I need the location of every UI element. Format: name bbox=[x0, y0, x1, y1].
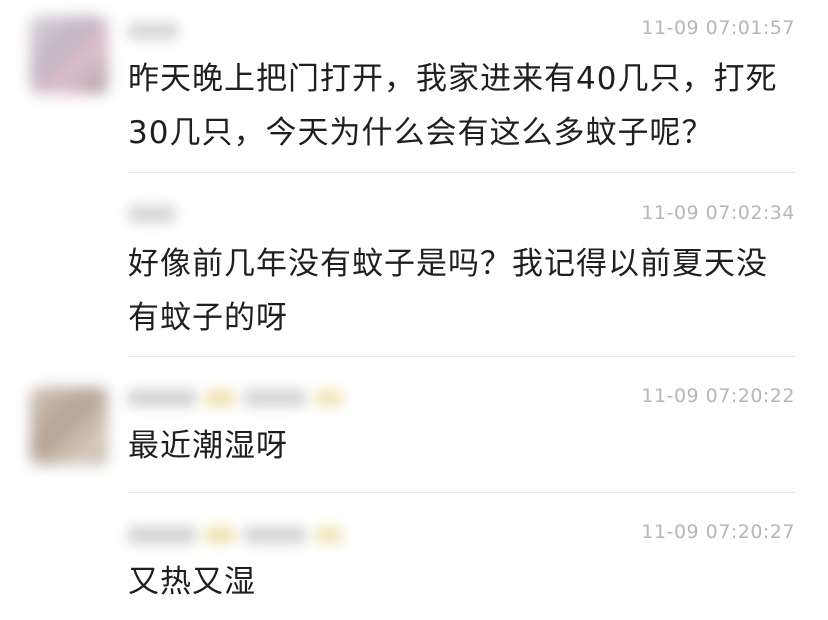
comment-text: 又热又湿 bbox=[128, 555, 808, 609]
comment-text-line: 最近潮湿呀 bbox=[128, 428, 288, 464]
username-blurred[interactable] bbox=[128, 205, 180, 227]
comment-text-line: 30几只，今天为什么会有这么多蚊子呢？ bbox=[128, 115, 714, 151]
comment-timestamp: 11-09 07:20:27 bbox=[641, 521, 795, 543]
comment-text-line: 有蚊子的呀 bbox=[128, 300, 288, 336]
comment-text-line: 好像前几年没有蚊子是吗？我记得以前夏天没 bbox=[128, 246, 768, 282]
comment-text: 昨天晚上把门打开，我家进来有40几只，打死 30几只，今天为什么会有这么多蚊子呢… bbox=[128, 52, 808, 160]
username-blurred[interactable] bbox=[128, 22, 182, 44]
comment-text: 最近潮湿呀 bbox=[128, 419, 808, 473]
comment-timestamp: 11-09 07:20:22 bbox=[641, 385, 795, 407]
comment-text-line: 又热又湿 bbox=[128, 564, 256, 600]
comment-item[interactable]: 11-09 07:20:22 最近潮湿呀 bbox=[0, 357, 828, 492]
comment-item[interactable]: 11-09 07:02:34 好像前几年没有蚊子是吗？我记得以前夏天没 有蚊子的… bbox=[0, 173, 828, 357]
username-blurred[interactable] bbox=[128, 389, 347, 411]
comment-item[interactable]: 11-09 07:01:57 昨天晚上把门打开，我家进来有40几只，打死 30几… bbox=[0, 0, 828, 172]
comment-text-line: 昨天晚上把门打开，我家进来有40几只，打死 bbox=[128, 61, 778, 97]
comment-text: 好像前几年没有蚊子是吗？我记得以前夏天没 有蚊子的呀 bbox=[128, 237, 808, 345]
comment-timestamp: 11-09 07:01:57 bbox=[641, 17, 795, 39]
avatar[interactable] bbox=[30, 16, 108, 94]
username-blurred[interactable] bbox=[128, 526, 347, 548]
avatar[interactable] bbox=[30, 387, 108, 465]
comment-item[interactable]: 11-09 07:20:27 又热又湿 bbox=[0, 493, 828, 620]
comment-timestamp: 11-09 07:02:34 bbox=[641, 202, 795, 224]
